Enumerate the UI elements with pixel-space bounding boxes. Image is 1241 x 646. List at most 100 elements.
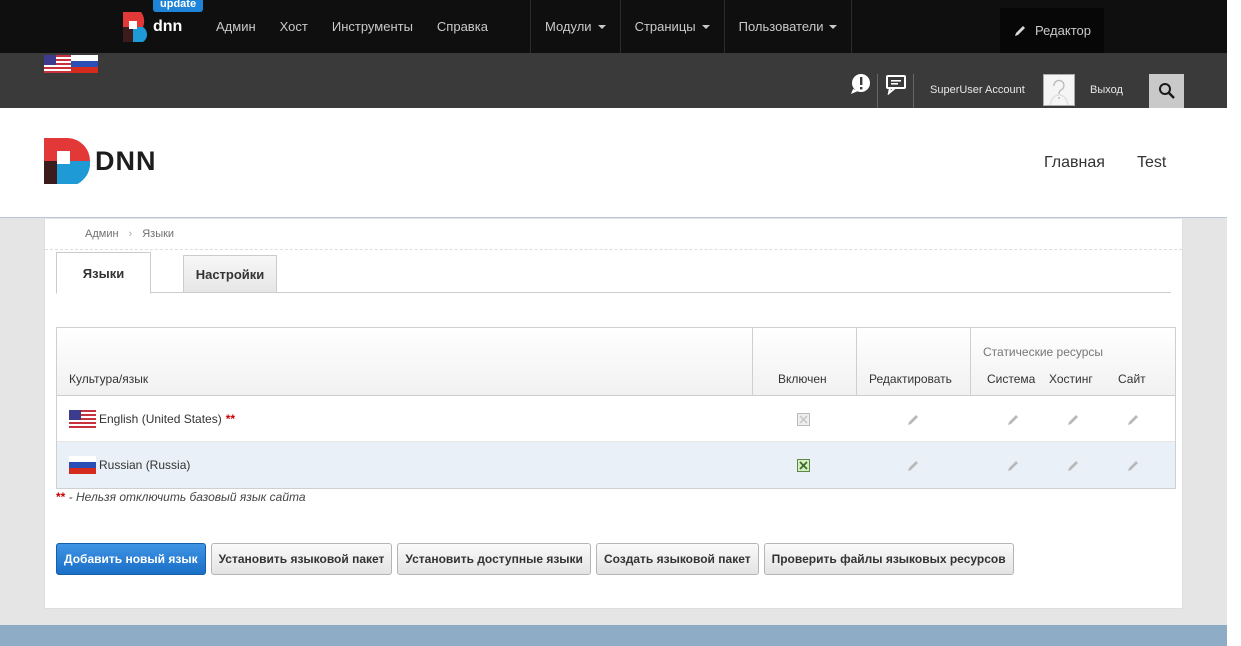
note-text: - Нельзя отключить базовый язык сайта [65,490,306,504]
menu-host[interactable]: Хост [280,19,308,34]
site-cell [1127,396,1140,442]
separator [877,74,878,108]
edit-cell [907,396,920,442]
site-logo-text[interactable]: DNN [95,146,157,177]
pencil-icon [1015,25,1025,36]
edit-pencil-icon[interactable] [1007,459,1020,472]
enabled-cell [797,442,810,488]
separator [913,74,914,108]
dropdown-modules-label: Модули [545,19,592,34]
caret-down-icon [829,24,838,29]
enabled-checkbox[interactable] [797,458,810,472]
breadcrumb-admin[interactable]: Админ [85,228,119,240]
create-language-pack-button[interactable]: Создать языковой пакет [595,543,759,575]
footer-band [0,625,1227,646]
table-header: Культура/язык Включен Редактировать Стат… [57,328,1175,396]
user-placeholder-icon [1049,79,1069,106]
edit-cell [907,442,920,488]
dropdown-modules[interactable]: Модули [530,0,620,53]
header-edit: Редактировать [869,372,952,386]
languages-table: Культура/язык Включен Редактировать Стат… [56,327,1176,489]
language-flags [44,55,98,73]
edit-pencil-icon[interactable] [1067,459,1080,472]
editor-label: Редактор [1035,23,1091,38]
header-static-resources: Статические ресурсы [983,345,1104,359]
table-row: Russian (Russia) [57,442,1175,488]
notifications-button[interactable] [845,73,875,107]
caret-down-icon [597,24,606,29]
required-mark: ** [225,412,236,426]
page-edge [1227,0,1241,646]
user-account-link[interactable]: SuperUser Account [930,84,1025,96]
admin-bar: update dnn Админ Хост Инструменты Справк… [0,0,1227,53]
system-cell [1007,442,1020,488]
host-cell [1067,442,1080,488]
note-mark: ** [56,490,66,504]
menu-admin[interactable]: Админ [216,19,256,34]
verify-resource-files-button[interactable]: Проверить файлы языковых ресурсов [763,543,1014,575]
breadcrumb-languages[interactable]: Языки [142,228,174,240]
install-available-languages-button[interactable]: Установить доступные языки [397,543,591,575]
ru-flag-icon[interactable] [71,55,98,73]
dropdown-pages-label: Страницы [634,19,696,34]
breadcrumb: Админ › Языки [85,228,174,240]
action-buttons: Добавить новый язык Установить языковой … [56,543,1019,575]
messages-button[interactable] [881,73,911,107]
header-system: Система [987,372,1036,386]
header-host: Хостинг [1049,372,1093,386]
install-language-pack-button[interactable]: Установить языковой пакет [210,543,393,575]
language-cell[interactable]: English (United States) ** [69,396,235,442]
language-cell[interactable]: Russian (Russia) [69,442,194,488]
edit-pencil-icon[interactable] [907,413,920,426]
site-header: DNN Главная Test [0,108,1227,218]
avatar[interactable] [1043,74,1075,106]
header-site: Сайт [1118,372,1146,386]
admin-dropdowns: Модули Страницы Пользователи [530,0,853,53]
column-divider [752,328,753,396]
logout-link[interactable]: Выход [1090,84,1123,96]
menu-tools[interactable]: Инструменты [332,19,413,34]
edit-pencil-icon[interactable] [1067,413,1080,426]
dnn-site-logo-icon[interactable] [44,138,90,184]
site-cell [1127,442,1140,488]
caret-down-icon [701,24,710,29]
enabled-checkbox[interactable] [797,412,810,426]
header-culture: Культура/язык [69,372,149,386]
tab-bar: Языки Настройки [56,252,1171,294]
column-divider [970,328,971,396]
us-flag-icon [69,410,96,428]
enabled-cell [797,396,810,442]
language-name: English (United States) [99,412,222,426]
edit-pencil-icon[interactable] [1007,413,1020,426]
tab-languages[interactable]: Языки [56,252,151,294]
us-flag-icon[interactable] [44,55,71,73]
default-language-note: ** - Нельзя отключить базовый язык сайта [56,490,306,504]
nav-home[interactable]: Главная [1044,154,1105,172]
edit-pencil-icon[interactable] [907,459,920,472]
edit-pencil-icon[interactable] [1127,459,1140,472]
language-name: Russian (Russia) [99,458,191,472]
system-cell [1007,396,1020,442]
table-row: English (United States) ** [57,396,1175,442]
update-badge[interactable]: update [153,0,204,12]
dnn-logo-text: dnn [153,18,183,35]
search-button[interactable] [1149,74,1184,108]
column-divider [856,328,857,396]
chevron-right-icon: › [128,228,133,240]
dropdown-pages[interactable]: Страницы [619,0,724,53]
checked-x-icon [799,460,808,470]
dropdown-users[interactable]: Пользователи [723,0,853,53]
divider [45,249,1182,250]
editor-button[interactable]: Редактор [1000,8,1104,53]
user-bar: SuperUser Account Выход [0,53,1227,108]
nav-test[interactable]: Test [1137,154,1166,172]
dropdown-users-label: Пользователи [738,19,824,34]
add-language-button[interactable]: Добавить новый язык [56,543,206,575]
menu-help[interactable]: Справка [437,19,488,34]
tab-settings[interactable]: Настройки [183,255,277,293]
edit-pencil-icon[interactable] [1127,413,1140,426]
admin-menu: Админ Хост Инструменты Справка [216,0,512,53]
search-icon [1158,83,1175,99]
disabled-x-icon [799,414,808,424]
content-panel: Админ › Языки Языки Настройки Культура/я… [44,219,1183,609]
